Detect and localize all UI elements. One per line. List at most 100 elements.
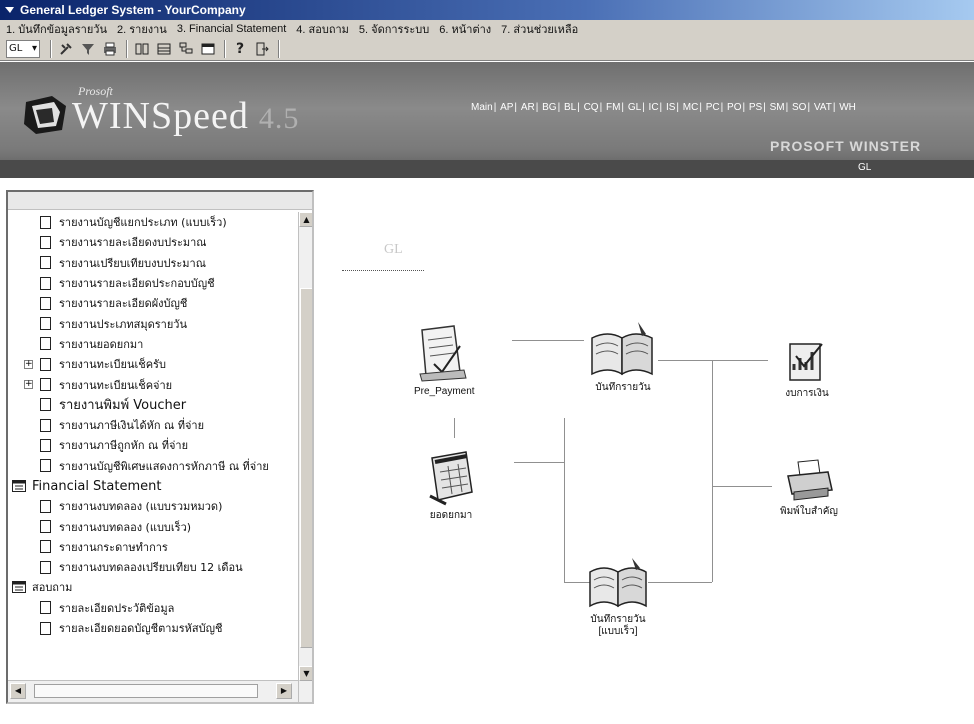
module-link-sm[interactable]: SM — [770, 102, 785, 113]
current-module-label: GL — [858, 162, 872, 173]
module-link-mc[interactable]: MC — [683, 102, 699, 113]
scroll-up-icon[interactable]: ▲ — [299, 212, 312, 227]
connector-line — [658, 360, 768, 361]
module-select[interactable]: GL ▾ — [6, 39, 40, 58]
tree-item[interactable]: รายงานกระดาษทำการ — [8, 537, 298, 557]
flow-node-pre-payment[interactable]: Pre_Payment — [414, 324, 475, 398]
tree-item-label: รายงานภาษีถูกหัก ณ ที่จ่าย — [59, 439, 189, 453]
tree-item[interactable]: รายงานงบทดลอง (แบบรวมหมวด) — [8, 496, 298, 516]
module-link-ic[interactable]: IC — [649, 102, 659, 113]
flow-node-brought-forward[interactable]: ยอดยกมา — [426, 448, 476, 522]
scroll-down-icon[interactable]: ▼ — [299, 666, 312, 681]
connector-line — [712, 360, 713, 582]
tree-group[interactable]: สอบถาม — [8, 577, 298, 597]
tools-icon[interactable] — [56, 39, 76, 59]
module-link-wh[interactable]: WH — [839, 102, 856, 113]
menu-financial-statement[interactable]: 3. Financial Statement — [177, 23, 286, 35]
window-icon[interactable] — [198, 39, 218, 59]
connector-line — [512, 340, 584, 341]
help-icon[interactable]: ? — [230, 39, 250, 59]
flow-node-financial-statement[interactable]: งบการเงิน — [784, 340, 830, 400]
document-icon — [40, 398, 51, 412]
tree-item[interactable]: รายงานบัญชีแยกประเภท (แบบเร็ว) — [8, 212, 298, 232]
module-link-main[interactable]: Main — [471, 102, 493, 113]
module-links: Main| AP| AR| BG| BL| CQ| FM| GL| IC| IS… — [471, 102, 856, 113]
flow-node-label: งบการเงิน — [785, 388, 829, 399]
menu-help[interactable]: 7. ส่วนช่วยเหลือ — [501, 20, 578, 38]
tree-group[interactable]: Financial Statement — [8, 476, 298, 496]
exit-icon[interactable] — [252, 39, 272, 59]
scroll-left-icon[interactable]: ◀ — [10, 683, 26, 699]
tree-group-label: สอบถาม — [32, 581, 73, 595]
flow-node-daily-journal-fast[interactable]: บันทึกรายวัน [แบบเร็ว] — [586, 556, 650, 638]
tree-item-label: รายงานบัญชีแยกประเภท (แบบเร็ว) — [59, 216, 227, 230]
tree-item[interactable]: รายงานงบทดลอง (แบบเร็ว) — [8, 516, 298, 536]
tree-item[interactable]: รายละเอียดยอดบัญชีตามรหัสบัญชี — [8, 618, 298, 638]
invoice-icon — [419, 325, 467, 382]
tree-item-label: รายละเอียดยอดบัญชีตามรหัสบัญชี — [59, 622, 223, 636]
module-link-pc[interactable]: PC — [706, 102, 720, 113]
tagline: PROSOFT WINSTER — [770, 138, 922, 154]
tree-item[interactable]: รายงานยอดยกมา — [8, 334, 298, 354]
module-link-cq[interactable]: CQ — [584, 102, 599, 113]
tree-item[interactable]: รายงานบัญชีพิเศษแสดงการหักภาษี ณ ที่จ่าย — [8, 456, 298, 476]
tree-item[interactable]: + รายงานทะเบียนเช็คจ่าย — [8, 374, 298, 394]
menu-daily-entry[interactable]: 1. บันทึกข้อมูลรายวัน — [6, 20, 107, 38]
flow-node-daily-journal[interactable]: บันทึกรายวัน — [588, 320, 658, 394]
title-bar: General Ledger System - YourCompany — [0, 0, 974, 20]
document-icon — [40, 296, 51, 310]
menu-system-admin[interactable]: 5. จัดการระบบ — [359, 20, 429, 38]
menu-inquiry[interactable]: 4. สอบถาม — [296, 20, 349, 38]
document-icon — [40, 256, 51, 270]
module-link-bl[interactable]: BL — [564, 102, 576, 113]
tree-horizontal-scrollbar[interactable]: ◀ ▶ — [8, 680, 298, 702]
module-link-so[interactable]: SO — [792, 102, 806, 113]
tree-item[interactable]: รายงานรายละเอียดประกอบบัญชี — [8, 273, 298, 293]
toolbar-separator — [278, 39, 280, 58]
tree-item-label: รายงานทะเบียนเช็ครับ — [59, 358, 166, 372]
module-link-ar[interactable]: AR — [521, 102, 535, 113]
scroll-thumb[interactable] — [34, 684, 258, 698]
module-link-po[interactable]: PO — [727, 102, 741, 113]
tree-header — [8, 192, 312, 210]
print-icon[interactable] — [100, 39, 120, 59]
tree-vertical-scrollbar[interactable]: ▲ ▼ — [298, 212, 312, 702]
scroll-thumb[interactable] — [300, 288, 312, 648]
columns-icon[interactable] — [132, 39, 152, 59]
menu-reports[interactable]: 2. รายงาน — [117, 20, 167, 38]
flow-node-print-important[interactable]: พิมพ์ใบสำคัญ — [780, 458, 838, 518]
module-link-ap[interactable]: AP — [500, 102, 513, 113]
rows-icon[interactable] — [154, 39, 174, 59]
tree-item-label: รายงานงบทดลองเปรียบเทียบ 12 เดือน — [59, 561, 243, 575]
tree-item[interactable]: รายงานประเภทสมุดรายวัน — [8, 313, 298, 333]
tree-item[interactable]: รายงานภาษีเงินได้หัก ณ ที่จ่าย — [8, 415, 298, 435]
tree-icon[interactable] — [176, 39, 196, 59]
module-link-vat[interactable]: VAT — [814, 102, 832, 113]
flow-node-label: พิมพ์ใบสำคัญ — [780, 506, 838, 517]
module-link-fm[interactable]: FM — [606, 102, 620, 113]
expand-icon[interactable]: + — [24, 380, 33, 390]
filter-icon[interactable] — [78, 39, 98, 59]
tree-item[interactable]: รายงานพิมพ์ Voucher — [8, 395, 298, 415]
module-link-is[interactable]: IS — [666, 102, 675, 113]
menu-window[interactable]: 6. หน้าต่าง — [439, 20, 491, 38]
tree-item[interactable]: รายงานเปรียบเทียบงบประมาณ — [8, 253, 298, 273]
document-icon — [40, 276, 51, 290]
product-title: WINSpeed — [72, 95, 249, 137]
tree-item[interactable]: + รายงานทะเบียนเช็ครับ — [8, 354, 298, 374]
scroll-right-icon[interactable]: ▶ — [276, 683, 292, 699]
module-link-gl[interactable]: GL — [628, 102, 641, 113]
tree-item[interactable]: รายงานรายละเอียดผังบัญชี — [8, 293, 298, 313]
flow-node-label: บันทึกรายวัน [แบบเร็ว] — [590, 614, 646, 637]
tree-group-label: Financial Statement — [32, 478, 162, 494]
chevron-down-icon: ▾ — [31, 43, 37, 54]
tree-item[interactable]: รายงานรายละเอียดงบประมาณ — [8, 232, 298, 252]
expand-icon[interactable]: + — [24, 359, 33, 369]
document-icon — [40, 601, 51, 615]
tree-item-label: รายงานประเภทสมุดรายวัน — [59, 317, 187, 331]
module-link-bg[interactable]: BG — [542, 102, 556, 113]
tree-item[interactable]: รายละเอียดประวัติข้อมูล — [8, 598, 298, 618]
tree-item[interactable]: รายงานงบทดลองเปรียบเทียบ 12 เดือน — [8, 557, 298, 577]
module-link-ps[interactable]: PS — [749, 102, 762, 113]
tree-item[interactable]: รายงานภาษีถูกหัก ณ ที่จ่าย — [8, 435, 298, 455]
